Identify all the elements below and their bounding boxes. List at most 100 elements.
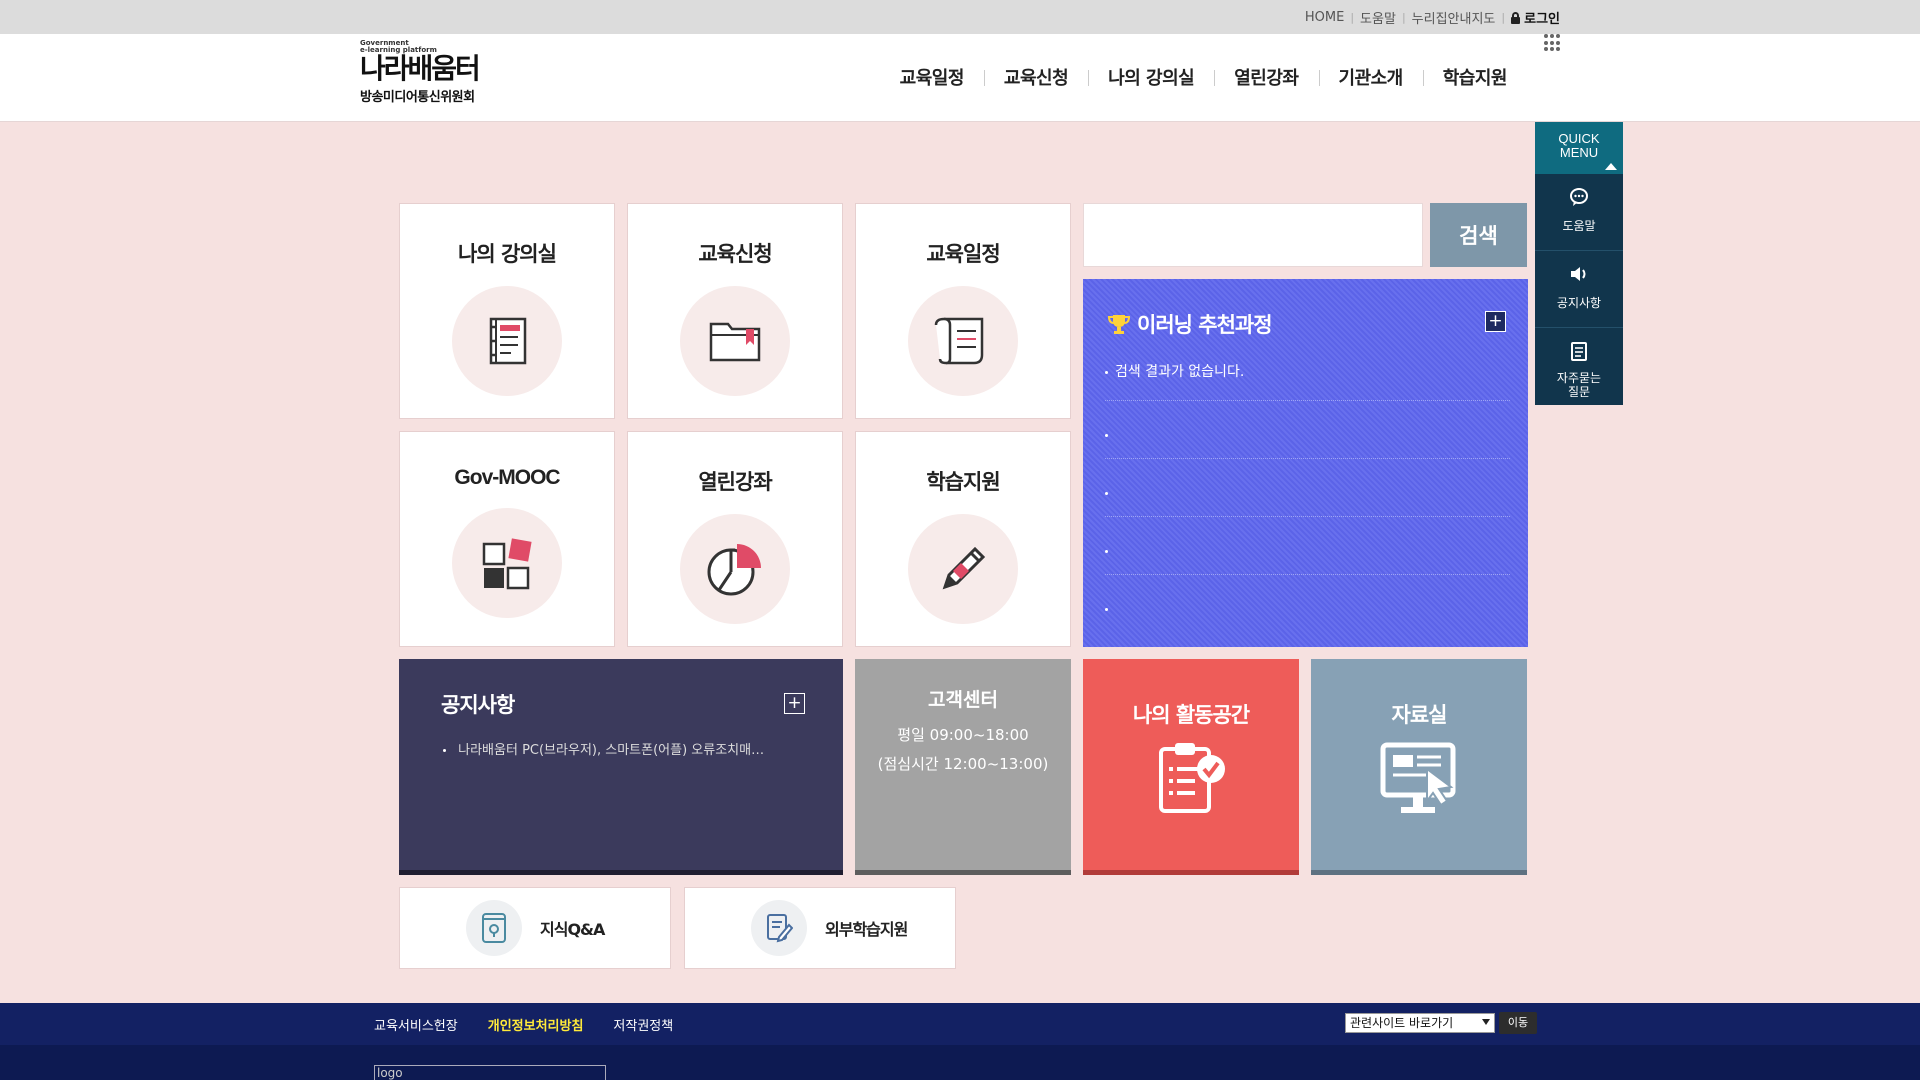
recommended-courses-panel: 이러닝 추천과정 + 검색 결과가 없습니다.	[1083, 279, 1528, 647]
site-header: Government e-learning platform 나라배움터 방송미…	[0, 34, 1920, 122]
speaker-icon	[1571, 267, 1586, 281]
pie-chart-icon	[707, 544, 761, 596]
logo-org: 방송미디어통신위원회	[360, 90, 475, 105]
tile-title: 교육신청	[698, 242, 772, 266]
quick-item-label: 도움말	[1562, 219, 1596, 233]
chat-bubble-icon	[1570, 188, 1588, 206]
notice-panel: 공지사항 + 나라배움터 PC(브라우저), 스마트폰(어플) 오류조치매…	[399, 659, 843, 875]
my-activity-panel[interactable]: 나의 활동공간	[1083, 659, 1299, 875]
tile-edu-apply[interactable]: 교육신청	[627, 203, 843, 419]
list-item	[1105, 401, 1510, 459]
list-item	[1105, 459, 1510, 517]
separator: |	[1501, 11, 1506, 24]
document-pen-icon	[767, 914, 793, 943]
nav-item-about[interactable]: 기관소개	[1318, 64, 1423, 90]
lock-icon	[1511, 12, 1521, 24]
related-sites-select[interactable]: 관련사이트 바로가기	[1345, 1013, 1495, 1033]
external-learning-label: 외부학습지원	[825, 920, 908, 939]
monitor-cursor-icon	[1380, 742, 1456, 813]
customer-center-hours: 평일 09:00~18:00	[897, 726, 1029, 744]
nav-item-edu-apply[interactable]: 교육신청	[983, 64, 1088, 90]
footer-link-privacy[interactable]: 개인정보처리방침	[488, 1015, 584, 1034]
tile-title: 나의 강의실	[458, 242, 557, 266]
help-link[interactable]: 도움말	[1360, 8, 1396, 27]
collapse-arrow-icon	[1605, 163, 1617, 170]
nav-item-learning-support[interactable]: 학습지원	[1422, 64, 1527, 90]
login-link[interactable]: 로그인	[1511, 8, 1560, 27]
quick-item-help[interactable]: 도움말	[1535, 174, 1623, 251]
site-logo[interactable]: Government e-learning platform 나라배움터 방송미…	[360, 40, 481, 106]
related-sites-go-button[interactable]: 이동	[1499, 1012, 1537, 1034]
quick-menu-header[interactable]: QUICK MENU	[1535, 122, 1623, 174]
my-activity-title: 나의 활동공간	[1132, 703, 1250, 727]
customer-center-title: 고객센터	[928, 689, 998, 711]
tile-icon-circle	[680, 286, 790, 396]
tile-learning-support[interactable]: 학습지원	[855, 431, 1071, 647]
tile-title: 학습지원	[926, 470, 1000, 494]
folder-icon	[709, 322, 761, 362]
archive-panel[interactable]: 자료실	[1311, 659, 1527, 875]
quick-menu-title: QUICK MENU	[1558, 131, 1600, 160]
utility-links: HOME | 도움말 | 누리집안내지도 | 로그인	[1305, 8, 1560, 27]
sitemap-link[interactable]: 누리집안내지도	[1412, 8, 1496, 27]
footer-link-service-charter[interactable]: 교육서비스헌장	[374, 1015, 458, 1034]
notice-title: 공지사항	[441, 693, 515, 717]
customer-center-lunch: (점심시간 12:00~13:00)	[877, 755, 1049, 773]
recommended-courses-title: 이러닝 추천과정	[1107, 309, 1273, 339]
search-button[interactable]: 검색	[1430, 203, 1527, 267]
quick-item-label: 자주묻는 질문	[1556, 371, 1602, 399]
footer-logo: logo	[374, 1065, 606, 1080]
archive-title: 자료실	[1391, 703, 1448, 727]
tile-edu-schedule[interactable]: 교육일정	[855, 203, 1071, 419]
tile-title: 교육일정	[926, 242, 1000, 266]
knowledge-qa-card[interactable]: 지식Q&A	[399, 887, 671, 969]
footer-link-copyright[interactable]: 저작권정책	[613, 1015, 673, 1034]
separator: |	[1401, 11, 1406, 24]
recommended-more-button[interactable]: +	[1485, 311, 1506, 332]
knowledge-qa-label: 지식Q&A	[540, 920, 605, 939]
footer-links: 교육서비스헌장 개인정보처리방침 저작권정책	[374, 1015, 703, 1034]
home-link[interactable]: HOME	[1305, 10, 1344, 25]
nav-item-edu-schedule[interactable]: 교육일정	[880, 64, 984, 90]
notice-item[interactable]: 나라배움터 PC(브라우저), 스마트폰(어플) 오류조치매…	[443, 739, 764, 758]
sicon-circle	[751, 900, 807, 956]
notebook-icon	[489, 317, 527, 365]
footer-links-bar: 교육서비스헌장 개인정보처리방침 저작권정책 관련사이트 바로가기 이동	[0, 1003, 1920, 1045]
top-utility-bar: HOME | 도움말 | 누리집안내지도 | 로그인	[0, 0, 1920, 34]
tile-icon-circle	[680, 514, 790, 624]
quick-item-label: 공지사항	[1556, 296, 1602, 310]
external-learning-card[interactable]: 외부학습지원	[684, 887, 956, 969]
nav-item-my-classroom[interactable]: 나의 강의실	[1088, 64, 1214, 90]
quick-item-notice[interactable]: 공지사항	[1535, 251, 1623, 328]
pencil-icon	[942, 546, 986, 590]
notice-more-button[interactable]: +	[784, 693, 805, 714]
separator: |	[1350, 11, 1355, 24]
tile-open-lectures[interactable]: 열린강좌	[627, 431, 843, 647]
tile-icon-circle	[452, 286, 562, 396]
tile-my-classroom[interactable]: 나의 강의실	[399, 203, 615, 419]
notepad-icon	[1571, 342, 1587, 361]
related-sites-select-value: 관련사이트 바로가기	[1350, 1016, 1454, 1030]
clipboard-check-icon	[1159, 743, 1225, 813]
nav-item-open-lectures[interactable]: 열린강좌	[1214, 64, 1318, 90]
sicon-circle	[466, 900, 522, 956]
blocks-icon	[482, 538, 532, 590]
quick-item-faq[interactable]: 자주묻는 질문	[1535, 328, 1623, 405]
trophy-icon	[1107, 315, 1131, 334]
search-input[interactable]	[1083, 203, 1423, 267]
logo-name: 나라배움터	[360, 52, 481, 85]
customer-center-panel[interactable]: 고객센터 평일 09:00~18:00 (점심시간 12:00~13:00)	[855, 659, 1071, 875]
location-book-icon	[482, 913, 506, 943]
tile-title: Gov-MOOC	[454, 466, 560, 489]
recommended-courses-title-text: 이러닝 추천과정	[1137, 313, 1273, 337]
login-label: 로그인	[1524, 12, 1560, 27]
quick-menu: QUICK MENU 도움말 공지사항 자주묻는 질문	[1535, 122, 1623, 405]
list-item: 검색 결과가 없습니다.	[1105, 343, 1510, 401]
scroll-icon	[934, 317, 984, 365]
chevron-down-icon	[1482, 1019, 1490, 1025]
tile-title: 열린강좌	[698, 470, 772, 494]
tile-icon-circle	[452, 508, 562, 618]
tile-gov-mooc[interactable]: Gov-MOOC	[399, 431, 615, 647]
list-item	[1105, 517, 1510, 575]
all-menu-grid-icon[interactable]	[1544, 34, 1562, 52]
